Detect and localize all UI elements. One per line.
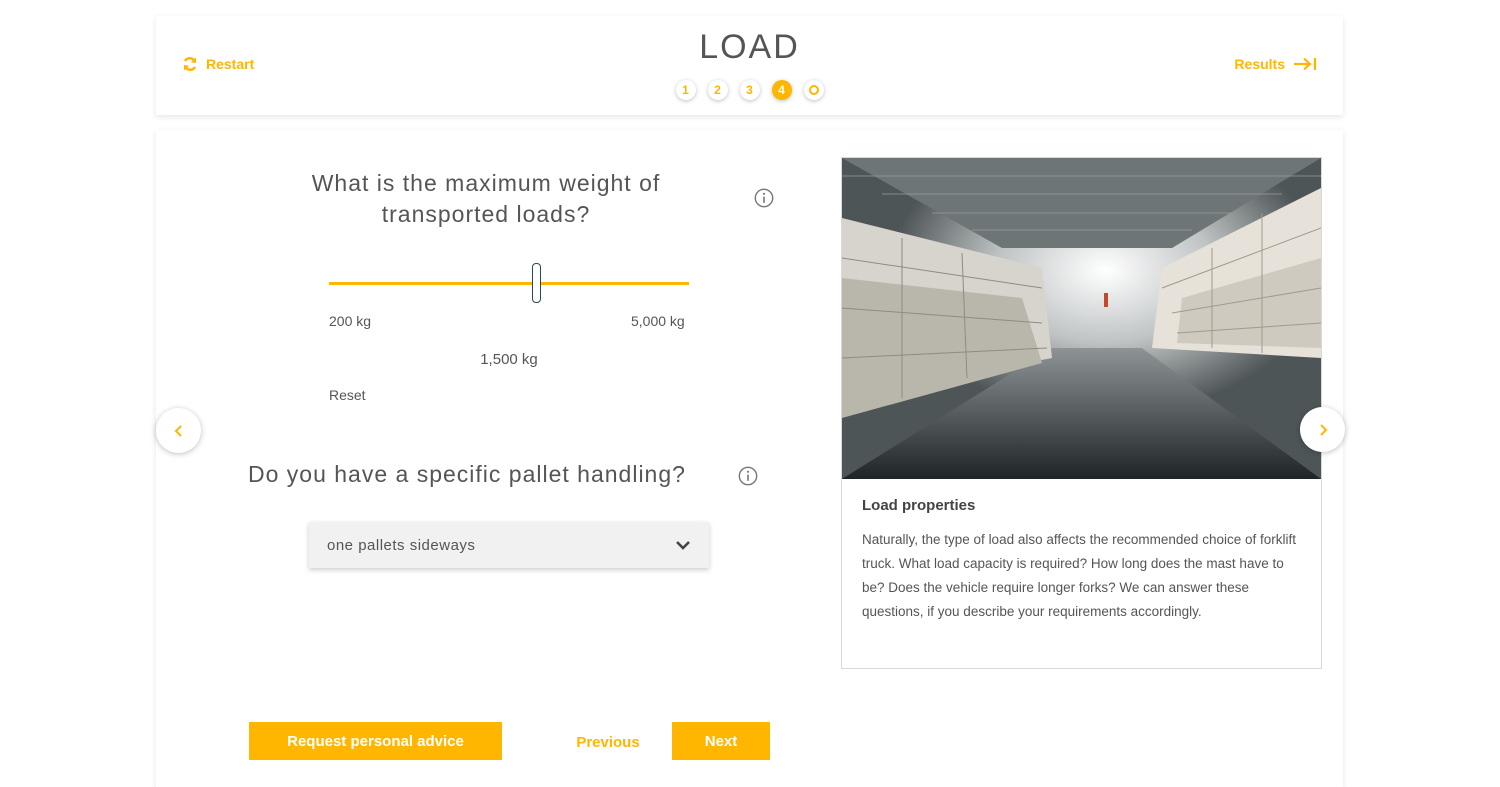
- step-final[interactable]: [803, 80, 824, 100]
- pallet-handling-select[interactable]: one pallets sideways: [309, 522, 709, 568]
- step-4-label: 4: [778, 83, 785, 97]
- results-label: Results: [1234, 56, 1285, 72]
- reset-link[interactable]: Reset: [329, 387, 366, 403]
- chevron-right-icon: [1319, 423, 1327, 436]
- weight-question: What is the maximum weight of transporte…: [311, 170, 661, 227]
- info-circle-icon[interactable]: [754, 188, 774, 208]
- warehouse-image: [842, 158, 1321, 479]
- slider-max-label: 5,000 kg: [631, 313, 685, 329]
- previous-button[interactable]: Previous: [560, 734, 656, 751]
- pallet-question: Do you have a specific pallet handling?: [248, 461, 686, 487]
- next-button[interactable]: Next: [672, 722, 770, 760]
- step-3-label: 3: [746, 83, 753, 97]
- step-1-label: 1: [682, 83, 689, 97]
- arrow-to-end-icon: [1294, 57, 1317, 71]
- step-3[interactable]: 3: [739, 80, 760, 100]
- info-circle-icon[interactable]: [738, 466, 758, 486]
- results-button[interactable]: Results: [1234, 56, 1317, 72]
- chevron-down-icon: [676, 541, 690, 550]
- chevron-left-icon: [174, 424, 182, 437]
- info-panel-heading: Load properties: [862, 497, 976, 514]
- step-4[interactable]: 4: [771, 80, 792, 100]
- slider-min-label: 200 kg: [329, 313, 372, 329]
- pallet-handling-value: one pallets sideways: [327, 536, 476, 554]
- step-final-ring-icon: [808, 85, 819, 95]
- question-card: What is the maximum weight of transporte…: [156, 130, 1343, 787]
- slider-track[interactable]: [329, 282, 689, 285]
- page-title: LOAD: [699, 28, 800, 66]
- step-2[interactable]: 2: [707, 80, 728, 100]
- next-slide-button[interactable]: [1300, 407, 1345, 452]
- step-1[interactable]: 1: [675, 80, 696, 100]
- info-panel-body: Naturally, the type of load also affects…: [862, 532, 1296, 619]
- step-indicator: 1 2 3 4: [156, 80, 1343, 100]
- request-advice-button[interactable]: Request personal advice: [249, 722, 502, 760]
- info-panel: Load properties Naturally, the type of l…: [841, 157, 1322, 669]
- wizard-header: Restart LOAD 1 2 3 4 Results: [156, 16, 1343, 115]
- slider-current-value: 1,500 kg: [480, 351, 538, 368]
- step-2-label: 2: [714, 83, 721, 97]
- prev-slide-button[interactable]: [156, 408, 201, 453]
- slider-thumb[interactable]: [532, 263, 541, 303]
- weight-slider[interactable]: [329, 262, 689, 306]
